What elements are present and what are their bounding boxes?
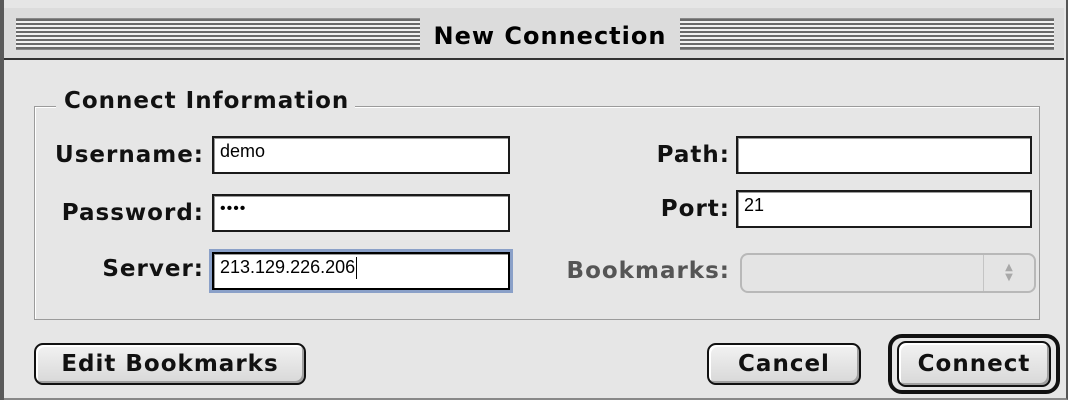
port-value: 21 <box>744 195 765 215</box>
port-label: Port: <box>660 196 730 222</box>
window-left-edge <box>0 0 4 400</box>
window-title: New Connection <box>433 22 667 50</box>
title-bar-stripes-left <box>16 18 420 50</box>
new-connection-dialog: New Connection Connect Information Usern… <box>0 0 1068 400</box>
server-field[interactable]: 213.129.226.206 <box>209 249 513 293</box>
cancel-button[interactable]: Cancel <box>707 343 861 385</box>
password-label: Password: <box>61 200 204 226</box>
server-value: 213.129.226.206 <box>220 257 356 277</box>
bookmarks-label: Bookmarks: <box>566 258 730 284</box>
title-bar[interactable]: New Connection <box>4 8 1064 60</box>
edit-bookmarks-button[interactable]: Edit Bookmarks <box>34 343 306 385</box>
text-caret <box>356 257 358 279</box>
up-down-arrows-icon: ▲ ▼ <box>983 255 1034 291</box>
password-field[interactable]: •••• <box>212 194 510 232</box>
connect-button[interactable]: Connect <box>897 341 1051 387</box>
password-value: •••• <box>220 200 247 217</box>
path-field[interactable] <box>736 136 1032 174</box>
title-bar-stripes-right <box>680 18 1054 50</box>
path-label: Path: <box>656 142 730 168</box>
bookmarks-popup[interactable]: ▲ ▼ <box>740 253 1036 293</box>
username-value: demo <box>220 141 266 161</box>
username-label: Username: <box>55 142 204 168</box>
username-field[interactable]: demo <box>212 136 510 174</box>
server-label: Server: <box>102 256 204 282</box>
port-field[interactable]: 21 <box>736 190 1032 228</box>
group-title: Connect Information <box>56 88 356 114</box>
